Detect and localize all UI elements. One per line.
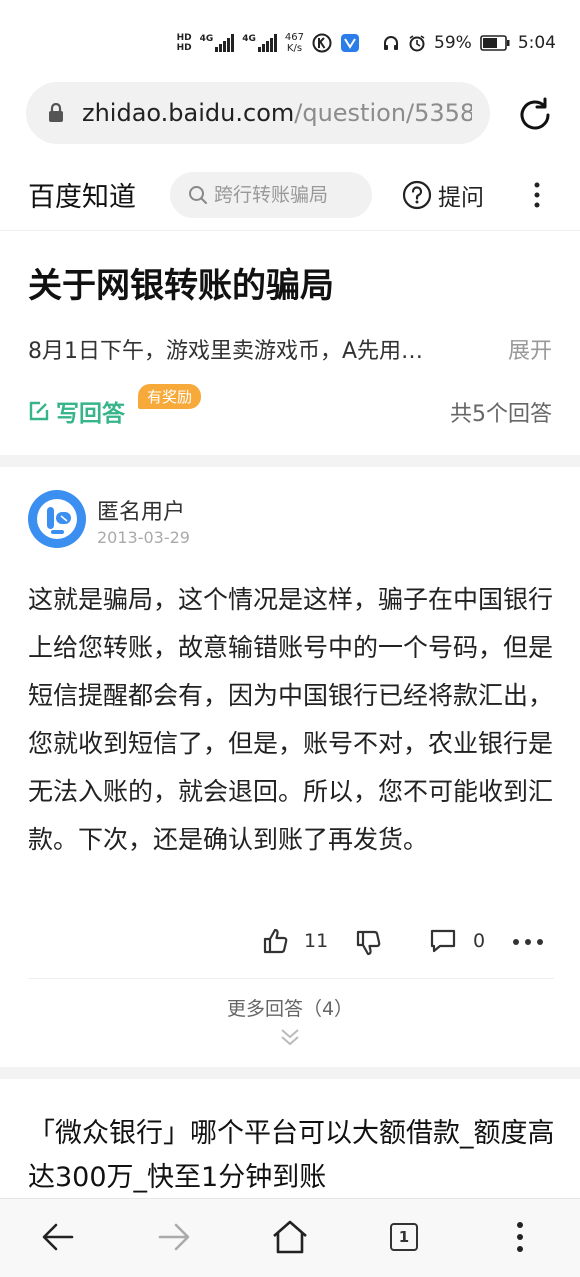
more-vertical-icon[interactable]	[527, 180, 547, 210]
answer-content: 这就是骗局，这个情况是这样，骗子在中国银行上给您转账，故意输错账号中的一个号码，…	[28, 585, 554, 854]
battery-percent: 59%	[434, 33, 472, 53]
more-answers-button[interactable]: 更多回答（4）	[0, 994, 580, 1047]
status-bar: HD HD 4G 4G 467 K/s 59% 5:04	[0, 0, 580, 84]
headphone-icon	[384, 36, 399, 50]
divider	[28, 978, 554, 979]
section-divider	[0, 1067, 580, 1079]
ask-label: 提问	[438, 185, 484, 211]
comment-count: 0	[473, 930, 486, 952]
question-title: 关于网银转账的骗局	[28, 266, 334, 306]
like-count: 11	[304, 930, 329, 952]
search-icon	[189, 186, 207, 204]
reload-icon	[520, 97, 550, 130]
more-horizontal-icon[interactable]	[512, 938, 544, 946]
site-logo[interactable]: 百度知道	[28, 175, 136, 214]
k-app-icon	[312, 33, 332, 53]
comment-button[interactable]: 0	[429, 928, 485, 954]
dislike-button[interactable]	[355, 930, 381, 956]
write-answer-label: 写回答	[56, 401, 125, 427]
user-name: 匿名用户	[97, 500, 186, 525]
signal-icon: 4G	[200, 34, 235, 52]
question-icon	[402, 180, 432, 210]
expand-button[interactable]: 展开	[508, 333, 552, 365]
answer-actions: 11 0	[0, 926, 580, 966]
thumbs-up-icon	[263, 928, 288, 954]
lock-icon	[49, 103, 63, 122]
search-input[interactable]	[214, 184, 364, 206]
more-answers-label: 更多回答（4）	[226, 998, 354, 1020]
write-answer-button[interactable]: 写回答	[28, 394, 125, 428]
site-header: 百度知道 提问	[0, 160, 580, 231]
url-text[interactable]: zhidao.baidu.com/question/53583	[82, 99, 472, 127]
tab-count: 1	[398, 1228, 410, 1246]
search-box[interactable]	[170, 172, 372, 218]
battery-icon	[480, 35, 510, 51]
network-speed: 467 K/s	[284, 32, 305, 54]
address-bar[interactable]: zhidao.baidu.com/question/53583	[26, 82, 490, 144]
menu-icon[interactable]	[510, 1219, 530, 1255]
thumbs-down-icon	[356, 930, 381, 956]
answer-date: 2013-03-29	[97, 528, 190, 547]
tabs-button[interactable]: 1	[390, 1223, 418, 1251]
answer-count: 共5个回答	[450, 402, 552, 427]
home-button[interactable]	[271, 1219, 309, 1255]
back-button[interactable]	[40, 1219, 76, 1255]
reward-badge: 有奖励	[138, 384, 202, 409]
hd-indicator: HD HD	[176, 33, 192, 53]
bottom-navigation: 1	[0, 1198, 580, 1277]
clock: 5:04	[517, 33, 556, 53]
double-chevron-down-icon	[281, 1029, 299, 1046]
ask-button[interactable]: 提问	[402, 178, 484, 212]
edit-icon	[29, 401, 49, 421]
signal-icon: 4G	[242, 34, 277, 52]
like-button[interactable]: 11	[262, 928, 328, 954]
url-path: /question/53583	[294, 99, 472, 127]
url-host: zhidao.baidu.com	[82, 99, 295, 127]
forward-button[interactable]	[156, 1219, 192, 1255]
section-divider	[0, 455, 580, 467]
avatar	[28, 490, 86, 548]
reload-button[interactable]	[515, 95, 555, 135]
ad-link[interactable]: 「微众银行」哪个平台可以大额借款_额度高达300万_快至1分钟到账	[28, 1112, 558, 1200]
question-description[interactable]: 8月1日下午，游戏里卖游戏币，A先用…	[28, 333, 478, 365]
comment-icon	[430, 929, 456, 953]
alarm-icon	[409, 35, 425, 52]
app-notification-icon	[341, 34, 360, 52]
